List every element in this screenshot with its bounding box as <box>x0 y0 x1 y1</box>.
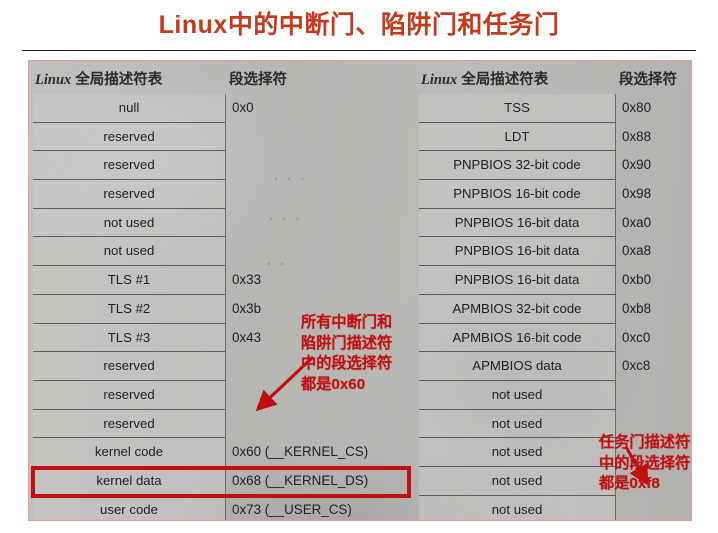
table-row: not used <box>415 495 691 520</box>
right-row-name: PNPBIOS 16-bit data <box>419 266 615 295</box>
right-row-selector: 0xb0 <box>622 272 652 288</box>
table-row: null 0x0 <box>29 94 415 123</box>
annotation-right-line2: 中的段选择符 <box>599 454 691 472</box>
table-row: not used <box>29 208 415 238</box>
right-row-name: not used <box>419 466 615 496</box>
right-row-selector: 0x90 <box>622 157 652 173</box>
annotation-left-line3: 中的段选择符 <box>301 355 393 372</box>
left-row-name: reserved <box>33 352 225 381</box>
right-row-name: PNPBIOS 16-bit code <box>419 180 615 209</box>
left-row-name: reserved <box>33 409 225 439</box>
table-row: TLS #1 0x33 <box>29 266 415 295</box>
annotation-interrupt-trap-gate: 所有中断门和 陷阱门描述符 中的段选择符 都是0x60 <box>301 313 392 395</box>
linux-wordmark: Linux <box>35 72 72 88</box>
right-row-name: PNPBIOS 32-bit code <box>419 151 615 181</box>
left-row-selector: 0x68 (__KERNEL_DS) <box>232 472 369 488</box>
table-row: APMBIOS 32-bit code 0xb8 <box>415 294 691 324</box>
right-row-name: APMBIOS data <box>419 352 615 381</box>
table-row: PNPBIOS 32-bit code 0x90 <box>415 151 691 181</box>
annotation-task-gate: 任务门描述符 中的段选择符 都是0xf8 <box>599 433 690 495</box>
left-row-selector: 0x43 <box>232 329 262 345</box>
left-row-name: reserved <box>33 151 225 181</box>
scanned-diagram-photo: · · · · · · · · Linux 全局描述符表 段选择符 null 0x… <box>28 60 692 521</box>
left-row-name: not used <box>33 237 225 267</box>
table-row: TSS 0x80 <box>415 94 691 123</box>
left-table-title-text: 全局描述符表 <box>71 72 163 88</box>
right-row-selector: 0xc0 <box>622 329 651 345</box>
table-row: reserved <box>29 180 415 209</box>
left-table-rows: null 0x0 reserved reserved reserved not used n… <box>29 94 415 520</box>
left-selector-column-header: 段选择符 <box>229 72 287 88</box>
annotation-right-line1: 任务门描述符 <box>599 434 691 451</box>
table-row: not used <box>415 380 691 410</box>
right-row-selector: 0xc8 <box>622 358 651 374</box>
table-row: PNPBIOS 16-bit code 0x98 <box>415 180 691 209</box>
table-row: kernel code 0x60 (__KERNEL_CS) <box>29 438 415 467</box>
table-row: PNPBIOS 16-bit data 0xa0 <box>415 208 691 238</box>
left-row-name: user code <box>33 495 225 520</box>
table-row: APMBIOS data 0xc8 <box>415 352 691 381</box>
left-row-selector: 0x33 <box>232 272 262 288</box>
right-row-name: not used <box>419 380 615 410</box>
right-row-selector: 0xa8 <box>622 243 652 259</box>
left-table-title: Linux 全局描述符表 <box>35 68 162 89</box>
right-row-name: PNPBIOS 16-bit data <box>419 208 615 238</box>
annotation-left-line4: 都是0x60 <box>301 375 366 393</box>
right-table-header: Linux 全局描述符表 段选择符 <box>415 66 691 92</box>
left-row-name: not used <box>33 208 225 238</box>
table-row: not used <box>29 237 415 267</box>
left-row-name: reserved <box>33 180 225 209</box>
left-table-header: Linux 全局描述符表 段选择符 <box>29 66 415 92</box>
slide-canvas: Linux中的中断门、陷阱门和任务门 · · · · · · · · Linux… <box>0 0 718 533</box>
table-row: reserved <box>29 122 415 152</box>
right-row-name: APMBIOS 16-bit code <box>419 323 615 353</box>
left-row-name: kernel data <box>33 466 225 496</box>
left-row-name: kernel code <box>33 438 225 467</box>
right-row-selector: 0x88 <box>622 128 652 144</box>
linux-wordmark: Linux <box>421 72 458 88</box>
page-title: Linux中的中断门、陷阱门和任务门 <box>158 11 560 39</box>
table-row: APMBIOS 16-bit code 0xc0 <box>415 323 691 353</box>
left-row-selector: 0x3b <box>232 300 262 316</box>
left-row-name: null <box>33 94 225 123</box>
right-row-name: not used <box>419 438 615 467</box>
table-row: reserved <box>29 409 415 439</box>
right-row-name: TSS <box>419 94 615 123</box>
table-row: LDT 0x88 <box>415 122 691 152</box>
table-row: reserved <box>29 151 415 181</box>
annotation-right-line3: 都是0xf8 <box>599 475 660 492</box>
left-row-selector: 0x60 (__KERNEL_CS) <box>232 444 369 460</box>
annotation-left-line2: 陷阱门描述符 <box>301 334 393 352</box>
right-row-selector: 0x80 <box>622 100 652 115</box>
left-row-selector: 0x73 (__USER_CS) <box>232 501 352 517</box>
left-row-name: TLS #2 <box>33 294 225 324</box>
right-table-title: Linux 全局描述符表 <box>421 68 548 89</box>
table-row: user code 0x73 (__USER_CS) <box>29 495 415 520</box>
right-row-selector: 0x98 <box>622 186 652 202</box>
right-row-name: LDT <box>419 122 615 152</box>
right-row-name: not used <box>419 409 615 439</box>
annotation-left-line1: 所有中断门和 <box>301 314 393 331</box>
left-gdt-table: Linux 全局描述符表 段选择符 null 0x0 reserved reserve… <box>29 61 415 520</box>
title-divider <box>22 50 696 51</box>
right-row-selector: 0xb8 <box>622 300 652 316</box>
table-row: kernel data 0x68 (__KERNEL_DS) <box>29 466 415 496</box>
table-row: PNPBIOS 16-bit data 0xb0 <box>415 266 691 295</box>
right-row-selector: 0xa0 <box>622 214 652 230</box>
left-row-name: reserved <box>33 380 225 410</box>
left-row-name: reserved <box>33 122 225 152</box>
left-row-name: TLS #3 <box>33 323 225 353</box>
right-row-name: APMBIOS 32-bit code <box>419 294 615 324</box>
left-row-name: TLS #1 <box>33 266 225 295</box>
right-table-title-text: 全局描述符表 <box>457 72 549 88</box>
right-row-name: PNPBIOS 16-bit data <box>419 237 615 267</box>
right-row-name: not used <box>419 495 615 520</box>
right-selector-column-header: 段选择符 <box>619 72 677 88</box>
left-row-selector: 0x0 <box>232 100 254 115</box>
table-row: PNPBIOS 16-bit data 0xa8 <box>415 237 691 267</box>
